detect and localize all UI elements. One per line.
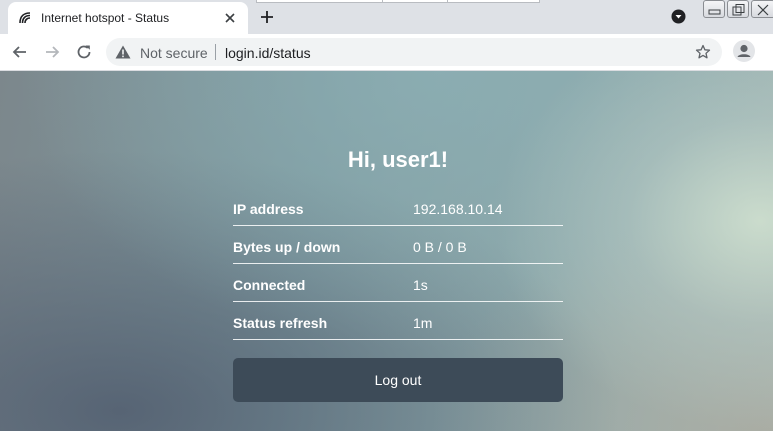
- status-row-refresh: Status refresh 1m: [233, 303, 563, 340]
- row-label: Bytes up / down: [233, 239, 341, 255]
- row-label: IP address: [233, 201, 304, 217]
- plus-icon[interactable]: [258, 8, 276, 26]
- row-value: 0 B / 0 B: [413, 239, 467, 255]
- url-text[interactable]: login.id/status: [225, 45, 311, 61]
- status-row-bytes: Bytes up / down 0 B / 0 B: [233, 227, 563, 264]
- star-icon[interactable]: [695, 44, 711, 60]
- row-label: Status refresh: [233, 315, 328, 331]
- close-icon[interactable]: [222, 10, 238, 26]
- minimize-window-button[interactable]: [703, 0, 725, 18]
- mikrotik-logo-icon: [17, 10, 33, 26]
- logout-button[interactable]: Log out: [233, 358, 563, 402]
- reload-icon[interactable]: [74, 42, 94, 62]
- tab-strip: Internet hotspot - Status: [0, 0, 773, 34]
- hotspot-status-page: Hi, user1! IP address 192.168.10.14 Byte…: [0, 71, 773, 431]
- security-label[interactable]: Not secure: [140, 45, 208, 61]
- row-value: 1m: [413, 315, 433, 331]
- omnibox-divider: [215, 44, 216, 60]
- status-row-connected: Connected 1s: [233, 265, 563, 302]
- warning-icon[interactable]: [115, 45, 131, 59]
- dragged-window-edge: [256, 0, 540, 3]
- tab-title: Internet hotspot - Status: [41, 11, 170, 25]
- row-value: 1s: [413, 277, 428, 293]
- status-table: IP address 192.168.10.14 Bytes up / down…: [233, 189, 563, 340]
- browser-tab[interactable]: Internet hotspot - Status: [8, 2, 248, 34]
- close-window-button[interactable]: [751, 0, 773, 18]
- row-label: Connected: [233, 277, 306, 293]
- restore-window-button[interactable]: [727, 0, 749, 18]
- profile-button[interactable]: [733, 40, 755, 62]
- arrow-right-icon[interactable]: [42, 42, 62, 62]
- row-value: 192.168.10.14: [413, 201, 503, 217]
- address-bar[interactable]: Not secure login.id/status: [106, 38, 722, 66]
- person-icon: [733, 44, 755, 66]
- browser-toolbar: Not secure login.id/status: [0, 34, 773, 71]
- arrow-left-icon[interactable]: [10, 42, 30, 62]
- status-row-ip-address: IP address 192.168.10.14: [233, 189, 563, 226]
- chevron-down-icon[interactable]: [671, 9, 686, 24]
- greeting-heading: Hi, user1!: [347, 147, 449, 172]
